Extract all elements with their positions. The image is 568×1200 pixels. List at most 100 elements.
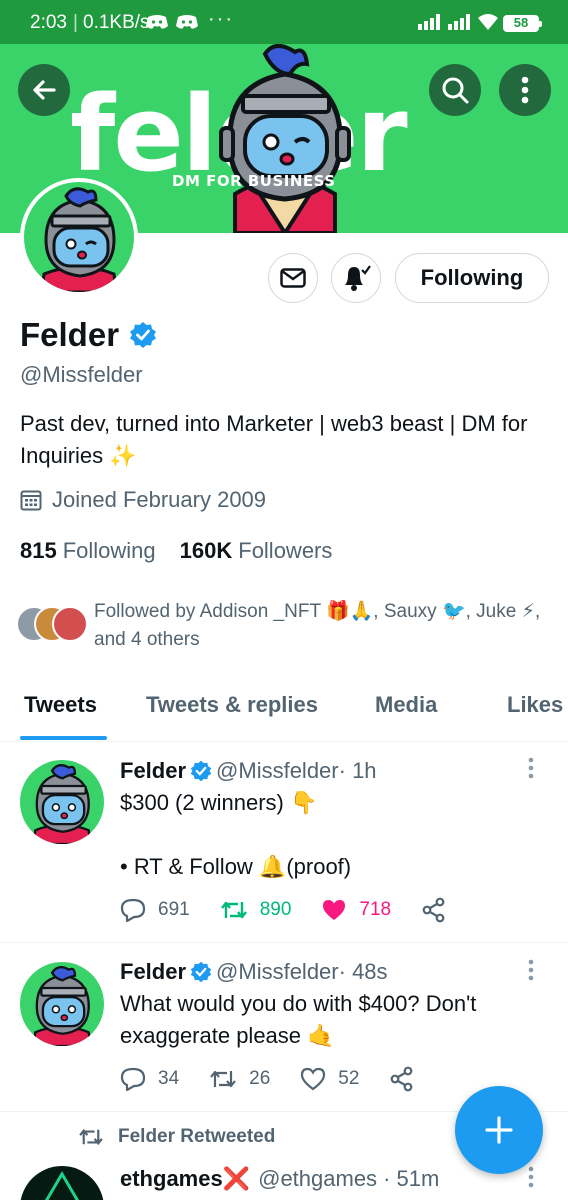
tweet-avatar[interactable]: [20, 1166, 104, 1200]
tweet-header: Felder @Missfelder · 1h: [120, 758, 377, 784]
retweet-count: 890: [259, 899, 292, 920]
retweet-button[interactable]: 26: [209, 1068, 270, 1090]
profile-handle: @Missfelder: [20, 362, 143, 387]
retweet-icon: [220, 901, 247, 919]
status-bar: 2:03 | 0.1KB/s ··· 58: [0, 0, 568, 44]
tweet-timestamp: · 1h: [338, 758, 377, 783]
knight-avatar-image: [32, 764, 92, 844]
wifi-icon: [478, 14, 498, 30]
tab-tweets[interactable]: Tweets: [24, 692, 97, 718]
discord-notification-icon: [146, 15, 168, 29]
like-button[interactable]: 52: [300, 1067, 359, 1091]
more-vertical-icon: [528, 757, 534, 779]
tweet-author-handle[interactable]: @Missfelder: [216, 758, 339, 784]
tweet-avatar[interactable]: [20, 760, 104, 844]
followers-count: 160K: [179, 538, 233, 563]
reply-button[interactable]: 34: [120, 1067, 179, 1091]
tweet-author-handle[interactable]: @Missfelder: [216, 959, 339, 985]
profile-name: Felder: [20, 316, 120, 353]
notifications-button[interactable]: [331, 253, 381, 303]
share-button[interactable]: [389, 1066, 427, 1092]
tweet-avatar[interactable]: [20, 962, 104, 1046]
retweet-button[interactable]: 890: [220, 899, 292, 921]
following-button[interactable]: Following: [395, 253, 549, 303]
share-icon: [422, 897, 445, 923]
more-vertical-icon: [528, 1166, 534, 1188]
tweet-more-button[interactable]: [528, 757, 534, 785]
tweet-header: Felder @Missfelder · 48s: [120, 959, 388, 985]
search-button[interactable]: [429, 64, 481, 116]
retweet-icon: [210, 1070, 236, 1088]
tweet[interactable]: Felder @Missfelder · 48s What would you …: [0, 944, 568, 1112]
battery-level: 58: [513, 15, 529, 30]
active-tab-indicator: [20, 736, 107, 740]
tab-media[interactable]: Media: [375, 692, 437, 718]
message-button[interactable]: [268, 253, 318, 303]
tweet-author-handle[interactable]: @ethgames: [258, 1166, 377, 1192]
tab-likes[interactable]: Likes: [507, 692, 563, 718]
discord-notification-icon: [176, 15, 198, 29]
followed-by-text: Followed by Addison _NFT 🎁🙏, Sauxy 🐦, Ju…: [94, 601, 541, 650]
reply-button[interactable]: 691: [120, 898, 190, 922]
back-button[interactable]: [18, 64, 70, 116]
reply-count: 691: [158, 899, 190, 920]
knight-avatar-image: [40, 187, 118, 292]
cell-signal-icon: [448, 14, 470, 30]
heart-icon: [301, 1067, 326, 1091]
joined-text: Joined February 2009: [52, 487, 267, 512]
tweet[interactable]: Felder @Missfelder · 1h $300 (2 winners)…: [0, 743, 568, 943]
status-separator: |: [73, 12, 78, 33]
back-arrow-icon: [33, 80, 56, 100]
plus-icon: [485, 1116, 513, 1144]
retweet-icon: [79, 1128, 103, 1146]
profile-avatar[interactable]: [20, 178, 138, 296]
search-icon: [442, 77, 469, 104]
like-count: 718: [359, 899, 392, 920]
tweet-more-button[interactable]: [528, 959, 534, 987]
ethgames-logo-image: [44, 1171, 80, 1200]
knight-avatar-image: [32, 966, 92, 1046]
followers-count-link[interactable]: 160K Followers: [180, 538, 333, 564]
tweet-actions: 691 890 718: [120, 897, 489, 923]
verified-badge-icon: [130, 322, 157, 348]
like-button[interactable]: 718: [321, 898, 391, 922]
banner-tagline: DM FOR BUSINESS: [172, 172, 336, 190]
battery-icon: 58: [503, 15, 542, 32]
reply-icon: [120, 898, 146, 922]
retweeted-by-text: Felder Retweeted: [118, 1126, 276, 1147]
joined-date: Joined February 2009: [20, 487, 266, 513]
avatar: [24, 182, 134, 292]
tweet-author-name[interactable]: Felder: [120, 959, 186, 985]
retweeted-by-label: Felder Retweeted: [78, 1126, 275, 1148]
tweet-actions: 34 26 52: [120, 1066, 457, 1092]
profile-bio: Past dev, turned into Marketer | web3 be…: [20, 411, 528, 468]
following-label: Following: [62, 538, 156, 563]
following-count-link[interactable]: 815 Following: [20, 538, 156, 564]
tweet-header: ethgames❌ @ethgames · 51m: [120, 1166, 439, 1192]
network-speed: 0.1KB/s: [83, 12, 150, 33]
reply-count: 34: [158, 1068, 180, 1089]
verified-badge-icon: [190, 760, 212, 782]
retweet-count: 26: [249, 1068, 271, 1089]
status-time: 2:03: [30, 12, 67, 33]
mail-icon: [280, 268, 306, 288]
share-button[interactable]: [421, 897, 459, 923]
followed-by-row[interactable]: Followed by Addison _NFT 🎁🙏, Sauxy 🐦, Ju…: [16, 598, 556, 654]
verified-badge-icon: [190, 961, 212, 983]
tweet-author-name[interactable]: ethgames❌: [120, 1166, 250, 1192]
avatar: [52, 606, 88, 642]
tab-tweets-replies[interactable]: Tweets & replies: [146, 692, 318, 718]
tweet-timestamp: · 51m: [383, 1166, 440, 1191]
more-vertical-icon: [528, 959, 534, 981]
reply-icon: [120, 1067, 146, 1091]
knight-mascot-image: [219, 44, 351, 233]
tweet-more-button[interactable]: [528, 1166, 534, 1194]
calendar-icon: [20, 490, 42, 511]
heart-icon: [323, 900, 346, 920]
compose-tweet-button[interactable]: [455, 1086, 543, 1174]
follow-counts: 815 Following 160K Followers: [20, 538, 356, 564]
tweet-text: $300 (2 winners) 👇 • RT & Follow 🔔(proof…: [120, 790, 352, 879]
tweet-author-name[interactable]: Felder: [120, 758, 186, 784]
more-options-button[interactable]: [499, 64, 551, 116]
followers-label: Followers: [238, 538, 333, 563]
